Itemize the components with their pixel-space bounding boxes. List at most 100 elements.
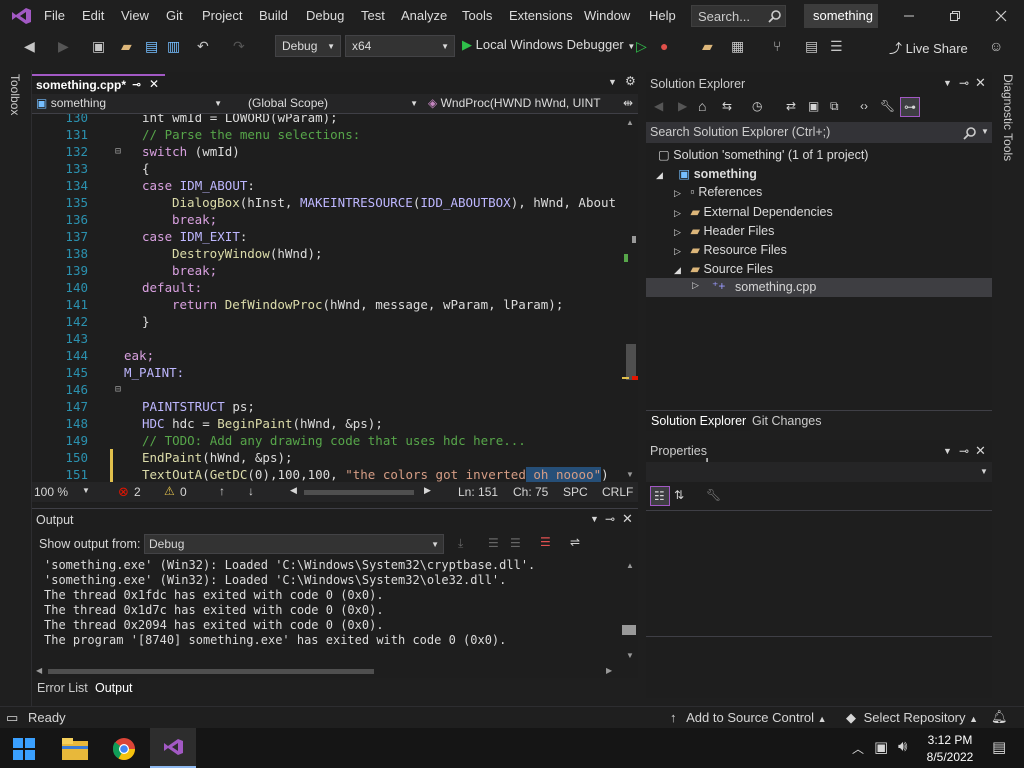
pin-icon[interactable]: ⊸ xyxy=(959,444,969,458)
member-dropdown[interactable]: ◈ WndProc(HWND hWnd, UINT xyxy=(428,96,618,112)
chrome-icon[interactable] xyxy=(112,737,136,761)
panel-menu-chevron-icon[interactable]: ▼ xyxy=(943,446,952,456)
menu-debug[interactable]: Debug xyxy=(306,8,344,23)
restore-icon[interactable] xyxy=(949,10,961,22)
file-explorer-icon[interactable] xyxy=(62,738,88,760)
minimize-icon[interactable] xyxy=(903,10,915,22)
save-all-icon[interactable]: ▥ xyxy=(167,38,180,55)
tab-git-changes[interactable]: Git Changes xyxy=(752,414,821,428)
find-message-icon[interactable]: ⤓ xyxy=(458,536,463,551)
close-icon[interactable]: ✕ xyxy=(975,75,986,91)
start-without-debugging-icon[interactable]: ▷ xyxy=(636,38,647,55)
layout-icon[interactable]: ▦ xyxy=(731,38,744,55)
tree-references[interactable]: ▷ ▫ References xyxy=(674,185,762,199)
clock-date[interactable]: 8/5/2022 xyxy=(925,750,975,764)
scroll-left-icon[interactable]: ◀ xyxy=(290,485,297,496)
windows-start-icon[interactable] xyxy=(13,738,35,760)
code-area[interactable]: 130 int wmId = LOWORD(wParam); 131 // Pars… xyxy=(32,114,622,482)
next-message-icon[interactable]: ☰ xyxy=(510,536,521,550)
whitespace-indicator[interactable]: SPC xyxy=(563,485,588,499)
zoom-level[interactable]: 100 % xyxy=(34,485,68,499)
editor-vertical-scrollbar[interactable]: ▲ ▼ xyxy=(622,114,638,482)
scroll-down-icon[interactable]: ▼ xyxy=(626,651,634,660)
tab-error-list[interactable]: Error List xyxy=(37,681,88,695)
column-indicator[interactable]: Ch: 75 xyxy=(513,485,548,499)
collapse-all-icon[interactable]: ▣ xyxy=(808,99,819,113)
pin-icon[interactable]: ⊸ xyxy=(605,512,615,526)
switch-views-icon[interactable]: ⇆ xyxy=(722,99,732,113)
comment-icon[interactable]: ▤ xyxy=(805,38,818,55)
volume-icon[interactable]: 🔊︎ xyxy=(898,738,907,755)
error-count[interactable]: 2 xyxy=(134,485,141,499)
git-icon[interactable]: ⑂ xyxy=(773,38,781,54)
code-view-icon[interactable]: ‹› xyxy=(860,99,868,113)
alphabetical-icon[interactable]: ⇅ xyxy=(674,488,684,502)
folder-icon[interactable]: ▰ xyxy=(702,38,713,55)
panel-menu-chevron-icon[interactable]: ▼ xyxy=(590,514,599,524)
panel-menu-chevron-icon[interactable]: ▼ xyxy=(943,78,952,88)
start-debugging-button[interactable]: ▶ Local Windows Debugger ▼ xyxy=(462,37,635,57)
tree-source-files[interactable]: ◢ ▰ Source Files xyxy=(674,261,773,276)
redo-icon[interactable]: ↷ xyxy=(233,38,245,55)
menu-window[interactable]: Window xyxy=(584,8,630,23)
tab-list-chevron-icon[interactable]: ▼ xyxy=(608,77,617,87)
close-icon[interactable] xyxy=(995,10,1007,22)
notifications-bell-icon[interactable]: 🔔︎ xyxy=(991,709,1008,725)
close-output-icon[interactable]: ✕ xyxy=(622,511,633,527)
network-icon[interactable]: ▣ xyxy=(874,738,888,756)
tree-header-files[interactable]: ▷ ▰ Header Files xyxy=(674,223,774,238)
property-pages-icon[interactable]: 🔧︎ xyxy=(706,488,721,502)
tab-solution-explorer[interactable]: Solution Explorer xyxy=(646,411,752,431)
scope-dropdown[interactable]: (Global Scope) ▼ xyxy=(232,96,420,112)
menu-analyze[interactable]: Analyze xyxy=(401,8,447,23)
categorized-button[interactable]: ☷ xyxy=(650,486,670,506)
line-ending-indicator[interactable]: CRLF xyxy=(602,485,633,499)
menu-build[interactable]: Build xyxy=(259,8,288,23)
object-selector-dropdown[interactable]: ▼ xyxy=(646,462,992,482)
error-icon[interactable]: ⊗ xyxy=(118,484,129,500)
collapse-icon[interactable]: ⊟ xyxy=(115,381,121,398)
settings-gear-icon[interactable]: ⚙ xyxy=(625,74,636,88)
select-repository-button[interactable]: ◆ Select Repository ▲ xyxy=(846,710,978,726)
configuration-dropdown[interactable]: Debug ▼ xyxy=(275,35,341,57)
action-center-icon[interactable]: ▤ xyxy=(992,738,1006,756)
word-wrap-icon[interactable]: ⇌ xyxy=(570,535,580,549)
back-icon[interactable]: ◀ xyxy=(24,38,35,55)
close-tab-icon[interactable]: ✕ xyxy=(149,77,159,91)
pending-changes-icon[interactable]: ◷ xyxy=(752,99,762,113)
tree-project[interactable]: ◢ ▣ something xyxy=(656,166,757,181)
tree-resource-files[interactable]: ▷ ▰ Resource Files xyxy=(674,242,787,257)
split-editor-icon[interactable]: ⇹ xyxy=(623,96,633,110)
save-icon[interactable]: ▤ xyxy=(145,38,158,55)
properties-wrench-icon[interactable]: 🔧︎ xyxy=(880,99,895,113)
scroll-right-icon[interactable]: ▶ xyxy=(424,485,431,496)
previous-message-icon[interactable]: ☰ xyxy=(488,536,499,550)
feedback-icon[interactable]: ☺ xyxy=(989,38,1003,54)
scroll-up-icon[interactable]: ▲ xyxy=(626,561,634,570)
menu-project[interactable]: Project xyxy=(202,8,242,23)
show-hidden-icons-chevron-icon[interactable]: ︿ xyxy=(852,740,864,757)
add-to-source-control-button[interactable]: ↑ Add to Source Control ▲ xyxy=(670,710,827,725)
show-all-files-icon[interactable]: ⧉ xyxy=(830,99,839,114)
line-indicator[interactable]: Ln: 151 xyxy=(458,485,498,499)
indent-icon[interactable]: ☰ xyxy=(830,38,843,55)
home-icon[interactable]: ⌂ xyxy=(698,98,706,114)
scroll-down-icon[interactable]: ▼ xyxy=(626,470,634,479)
menu-view[interactable]: View xyxy=(121,8,149,23)
output-horizontal-thumb[interactable] xyxy=(48,669,374,674)
forward-icon[interactable]: ▶ xyxy=(678,99,687,113)
pin-icon[interactable]: ⊸ xyxy=(132,78,141,91)
platform-dropdown[interactable]: x64 ▼ xyxy=(345,35,455,57)
tab-output[interactable]: Output xyxy=(91,678,137,698)
document-tab-something-cpp[interactable]: something.cpp* ⊸ ✕ xyxy=(32,74,165,93)
warning-count[interactable]: 0 xyxy=(180,485,187,499)
output-text[interactable]: 'something.exe' (Win32): Loaded 'C:\Wind… xyxy=(32,557,622,661)
horizontal-scroll-thumb[interactable] xyxy=(304,490,414,495)
scroll-up-icon[interactable]: ▲ xyxy=(626,118,634,127)
new-project-icon[interactable]: ▣ xyxy=(92,38,105,55)
undo-icon[interactable]: ↶ xyxy=(197,38,209,55)
tree-solution[interactable]: ▢ Solution 'something' (1 of 1 project) xyxy=(658,147,868,162)
solution-explorer-search[interactable]: Search Solution Explorer (Ctrl+;) ▼ xyxy=(646,122,992,143)
forward-icon[interactable]: ▶ xyxy=(58,38,69,55)
previous-issue-icon[interactable]: ↑ xyxy=(219,484,225,498)
